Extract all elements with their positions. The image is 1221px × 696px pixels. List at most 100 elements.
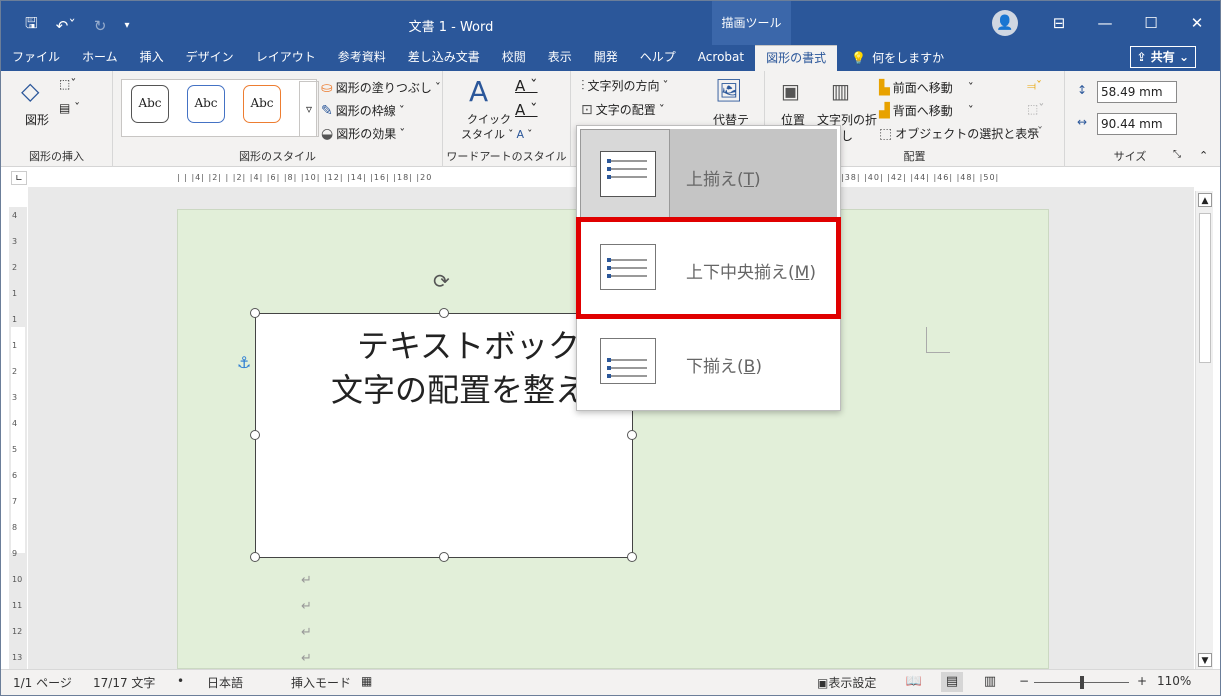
vertical-ruler-label: 1 — [12, 315, 18, 324]
read-mode-icon[interactable]: 📖 — [903, 672, 925, 692]
tab-selector[interactable]: ∟ — [11, 171, 27, 185]
undo-icon[interactable]: ↶ˇ — [56, 17, 76, 35]
language-indicator[interactable]: 日本語 — [207, 674, 243, 691]
zoom-in-icon[interactable]: + — [1137, 674, 1147, 688]
text-fill-icon[interactable]: A ˇ — [515, 77, 538, 95]
shape-style-orange[interactable]: Abc — [243, 85, 281, 123]
collapse-ribbon-icon[interactable]: ⌃ — [1199, 149, 1208, 162]
wordart-a-icon[interactable]: A — [469, 75, 488, 108]
shapes-button[interactable]: 図形 — [25, 111, 49, 128]
tell-me-box[interactable]: 💡 何をしますか — [837, 45, 944, 71]
resize-handle-tl[interactable] — [250, 308, 260, 318]
tab-insert[interactable]: 挿入 — [129, 45, 175, 71]
zoom-out-icon[interactable]: − — [1019, 674, 1029, 688]
tab-layout[interactable]: レイアウト — [245, 45, 327, 71]
tab-file[interactable]: ファイル — [1, 45, 71, 71]
ruler-left-scale: | | |4| |2| | |2| |4| |6| |8| |10| |12| … — [177, 173, 433, 182]
send-backward-button[interactable]: ▟ 背面へ移動 ˇ — [879, 102, 974, 119]
align-icon[interactable]: ⫤ˇ — [1027, 79, 1042, 94]
text-direction-button[interactable]: ⫶ 文字列の方向 ˇ — [581, 77, 669, 94]
display-settings[interactable]: ▣表示設定 — [817, 674, 876, 691]
selection-pane-label: オブジェクトの選択と表示 — [895, 127, 1040, 141]
window-controls: 👤 ⊟ — ☐ ✕ — [992, 1, 1220, 45]
group-shape-styles: Abc Abc Abc ▿ ⛀ 図形の塗りつぶし ˇ ✎ 図形の枠線 ˇ ◒ 図形の効… — [113, 71, 443, 167]
shape-style-blue[interactable]: Abc — [187, 85, 225, 123]
shape-outline-button[interactable]: ✎ 図形の枠線 ˇ — [321, 102, 405, 119]
page-count[interactable]: 1/1 ページ — [13, 674, 72, 691]
resize-handle-l[interactable] — [250, 430, 260, 440]
scroll-down-icon[interactable]: ▼ — [1198, 653, 1212, 667]
tab-shape-format[interactable]: 図形の書式 — [755, 45, 838, 71]
vertical-ruler-label: 5 — [12, 445, 18, 454]
rotate-icon[interactable]: ⟲ˇ — [1027, 125, 1043, 139]
zoom-slider-thumb[interactable] — [1080, 676, 1084, 689]
menu-item-align-bottom[interactable]: 下揃え(B) — [580, 316, 837, 406]
text-outline-icon[interactable]: A ˇ — [515, 101, 538, 119]
alt-text-icon[interactable]: 🖼 — [715, 79, 743, 104]
resize-handle-t[interactable] — [439, 308, 449, 318]
tab-mailings[interactable]: 差し込み文書 — [397, 45, 491, 71]
close-button[interactable]: ✕ — [1174, 14, 1220, 32]
print-layout-icon[interactable]: ▤ — [941, 672, 963, 692]
text-effect-icon: A — [516, 127, 525, 141]
position-icon[interactable]: ▣ — [781, 79, 800, 103]
vertical-ruler-label: 7 — [12, 497, 18, 506]
paint-bucket-icon: ⛀ — [321, 79, 333, 96]
insert-mode[interactable]: 挿入モード — [291, 674, 351, 691]
tab-acrobat[interactable]: Acrobat — [687, 45, 755, 71]
shape-effect-label: 図形の効果 — [336, 127, 397, 141]
tab-view[interactable]: 表示 — [537, 45, 583, 71]
scroll-thumb[interactable] — [1199, 213, 1211, 363]
quick-style-text: スタイル — [461, 128, 505, 141]
tell-me-label: 何をしますか — [872, 51, 945, 65]
shape-fill-button[interactable]: ⛀ 図形の塗りつぶし ˇ — [321, 79, 441, 96]
vertical-scrollbar[interactable]: ▲ ▼ — [1195, 191, 1213, 669]
gallery-more-icon[interactable]: ▿ — [299, 81, 319, 137]
shapes-icon[interactable]: ◇ — [21, 77, 39, 105]
shape-effect-button[interactable]: ◒ 図形の効果 ˇ — [321, 125, 405, 142]
edit-shape-icon[interactable]: ⬚ˇ — [59, 77, 76, 91]
maximize-button[interactable]: ☐ — [1128, 14, 1174, 32]
resize-handle-r[interactable] — [627, 430, 637, 440]
height-input[interactable]: 58.49 mm — [1097, 81, 1177, 103]
pen-icon: ✎ — [321, 102, 333, 119]
resize-handle-b[interactable] — [439, 552, 449, 562]
web-layout-icon[interactable]: ▥ — [979, 672, 1001, 692]
scroll-up-icon[interactable]: ▲ — [1198, 193, 1212, 207]
tab-references[interactable]: 参考資料 — [327, 45, 397, 71]
redo-icon[interactable]: ↻ — [94, 17, 107, 35]
vertical-ruler-label: 2 — [12, 367, 18, 376]
bring-forward-label: 前面へ移動 — [892, 81, 953, 95]
selection-pane-button[interactable]: ⬚ オブジェクトの選択と表示 — [879, 125, 1039, 142]
save-icon[interactable]: 🖫 — [25, 13, 38, 38]
macro-record-icon[interactable]: ▦ — [361, 674, 372, 688]
shape-style-dark[interactable]: Abc — [131, 85, 169, 123]
share-button[interactable]: ⇪ 共有 ⌄ — [1129, 46, 1196, 68]
rotate-handle-icon[interactable]: ⟳ — [433, 269, 450, 293]
menu-item-align-top[interactable]: 上揃え(T) — [580, 129, 837, 219]
textbox-icon[interactable]: ▤ ˇ — [59, 101, 80, 115]
resize-handle-br[interactable] — [627, 552, 637, 562]
bring-forward-button[interactable]: ▙ 前面へ移動 ˇ — [879, 79, 974, 96]
tab-home[interactable]: ホーム — [71, 45, 129, 71]
ruler-white-segment — [11, 327, 25, 553]
resize-handle-bl[interactable] — [250, 552, 260, 562]
size-dialog-launcher-icon[interactable]: ⤡ — [1173, 149, 1181, 160]
tab-review[interactable]: 校閲 — [491, 45, 537, 71]
ribbon-display-icon[interactable]: ⊟ — [1036, 14, 1082, 32]
word-count[interactable]: 17/17 文字 — [93, 674, 155, 691]
minimize-button[interactable]: — — [1082, 14, 1128, 32]
quick-style-label2[interactable]: スタイル ˇ Aˇ — [461, 126, 533, 142]
wrap-text-icon[interactable]: ▥ — [831, 79, 850, 103]
qat-menu-icon[interactable]: ▾ — [124, 20, 129, 31]
quick-style-label[interactable]: クイック — [467, 111, 511, 127]
width-input[interactable]: 90.44 mm — [1097, 113, 1177, 135]
group-icon[interactable]: ⬚ˇ — [1027, 102, 1044, 116]
tab-design[interactable]: デザイン — [175, 45, 245, 71]
account-icon[interactable]: 👤 — [992, 10, 1018, 36]
tab-developer[interactable]: 開発 — [583, 45, 629, 71]
vertical-ruler[interactable]: 4 3 2 1 1 1 2 3 4 5 6 7 8 9 10 11 12 13 — [9, 207, 27, 669]
tab-help[interactable]: ヘルプ — [629, 45, 687, 71]
zoom-level[interactable]: 110% — [1157, 674, 1191, 688]
text-align-button[interactable]: ⊡ 文字の配置 ˇ — [581, 101, 665, 118]
